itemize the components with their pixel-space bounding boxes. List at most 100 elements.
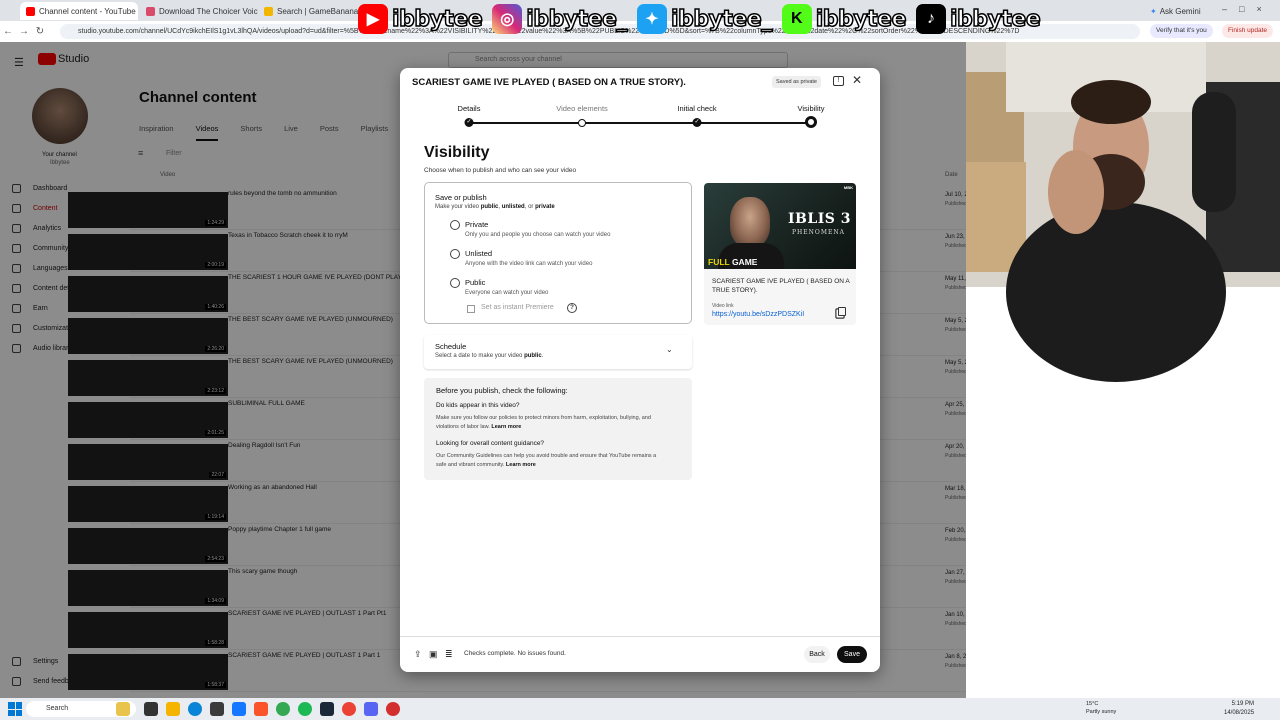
video-preview-card: IBLIS 3 PHENOMENA FULL GAME MBK SCARIEST…: [704, 183, 856, 325]
radio-label-unlisted[interactable]: Unlisted: [465, 249, 492, 258]
webcam-overlay: [966, 42, 1280, 698]
back-button[interactable]: Back: [804, 646, 830, 663]
weather-temp: 15°C: [1086, 701, 1099, 707]
brave-icon[interactable]: [254, 702, 268, 716]
thumbnail-face: [730, 197, 770, 247]
taskbar-app-icon[interactable]: [116, 702, 130, 716]
copy-icon[interactable]: [838, 307, 846, 316]
learn-more-link[interactable]: Learn more: [491, 424, 521, 430]
schedule-desc: Select a date to make your video public.: [435, 353, 543, 359]
desc-private: private: [535, 204, 555, 210]
instagram-handle: ibbytee_: [526, 6, 629, 33]
forward-icon[interactable]: →: [16, 26, 32, 37]
radio-private[interactable]: [450, 220, 460, 230]
task-view-icon[interactable]: [144, 702, 158, 716]
hd-icon[interactable]: ▣: [429, 650, 439, 659]
steam-icon[interactable]: [320, 702, 334, 716]
thumbnail-game-title: IBLIS 3: [788, 211, 851, 227]
twitter-handle: ibbytee_: [670, 6, 773, 33]
step-visibility[interactable]: Visibility: [798, 104, 825, 113]
checks-icon[interactable]: ≣: [445, 650, 455, 659]
clock-time: 5:19 PM: [1231, 701, 1255, 707]
tab-channel-content[interactable]: Channel content - YouTube Studio ×: [20, 2, 138, 20]
save-button[interactable]: Save: [837, 646, 867, 663]
full-text: FULL: [708, 257, 730, 267]
ask-gemini-button[interactable]: ✦ Ask Gemini: [1144, 2, 1210, 20]
tab-label: Channel content - YouTube Studio: [39, 6, 138, 16]
instant-premiere-label: Set as instant Premiere: [481, 304, 554, 311]
desc-or: , or: [524, 204, 534, 210]
ask-gemini-label: Ask Gemini: [1159, 6, 1201, 16]
radio-desc-public: Everyone can watch your video: [465, 290, 549, 296]
radio-label-public[interactable]: Public: [465, 278, 485, 287]
check-icon: ✓: [692, 118, 702, 127]
finish-update-button[interactable]: Finish update: [1222, 24, 1274, 38]
help-icon[interactable]: ?: [567, 303, 577, 313]
kids-desc-text: Make sure you follow our policies to pro…: [436, 415, 651, 430]
spotify-icon[interactable]: [298, 702, 312, 716]
discord-icon[interactable]: [364, 702, 378, 716]
instagram-icon: ◎: [492, 4, 523, 34]
taskbar-app-icon[interactable]: [210, 702, 224, 716]
kick-handle: ibbytee: [815, 6, 907, 33]
social-handles-overlay: ▶ ibbytee ◎ ibbytee_ ✦ ibbytee_ K ibbyte…: [358, 3, 1046, 35]
save-or-publish-desc: Make your video public, unlisted, or pri…: [435, 204, 555, 210]
verify-account-pill[interactable]: Verify that it's you: [1150, 24, 1213, 38]
footer-divider: [400, 636, 880, 637]
game-text: GAME: [731, 257, 758, 267]
weather-widget[interactable]: 15°C Partly sunny: [1086, 700, 1116, 716]
reload-icon[interactable]: ↻: [32, 26, 48, 37]
before-publish-panel: Before you publish, check the following:…: [424, 378, 692, 480]
thumbnail-badge: MBK: [843, 185, 853, 190]
windows-start-icon[interactable]: [8, 702, 22, 716]
chrome-icon[interactable]: [276, 702, 290, 716]
back-icon[interactable]: ←: [0, 26, 16, 37]
schedule-desc-public: public: [524, 353, 542, 359]
close-icon[interactable]: ✕: [852, 73, 862, 87]
kids-description: Make sure you follow our policies to pro…: [436, 414, 656, 432]
schedule-title: Schedule: [435, 342, 467, 351]
file-explorer-icon[interactable]: [166, 702, 180, 716]
edge-icon[interactable]: [188, 702, 202, 716]
tab-label: Search | GameBanana: [277, 6, 358, 16]
instant-premiere-checkbox[interactable]: [467, 305, 475, 313]
system-clock[interactable]: 5:19 PM 14/08/2025: [1224, 700, 1254, 718]
step-details[interactable]: Details: [458, 104, 481, 113]
desc-text: Make your video: [435, 204, 480, 210]
desc-public: public: [480, 204, 499, 210]
guidance-question: Looking for overall content guidance?: [436, 440, 545, 447]
schedule-panel[interactable]: Schedule Select a date to make your vide…: [424, 335, 692, 369]
step-initial-check[interactable]: Initial check: [677, 104, 716, 113]
chevron-down-icon[interactable]: ⌄: [666, 345, 673, 354]
video-link[interactable]: https://youtu.be/sDzzPDSZKiI: [712, 311, 804, 318]
guidance-description: Our Community Guidelines can help you av…: [436, 452, 666, 470]
feedback-icon[interactable]: !: [833, 76, 844, 86]
tab-choicer-voicer[interactable]: Download The Choicer Voicer ×: [140, 2, 258, 20]
gemini-icon: ✦: [1150, 6, 1157, 16]
learn-more-link[interactable]: Learn more: [506, 462, 536, 468]
radio-public[interactable]: [450, 278, 460, 288]
step-video-elements[interactable]: Video elements: [556, 104, 608, 113]
stepper-line: [469, 122, 811, 124]
twitter-icon: ✦: [637, 4, 667, 34]
upload-icon[interactable]: ⇪: [414, 650, 424, 659]
current-step-icon: [805, 116, 817, 128]
chrome-profile-icon[interactable]: [342, 702, 356, 716]
radio-label-private[interactable]: Private: [465, 220, 488, 229]
save-or-publish-heading: Save or publish: [435, 193, 487, 202]
window-controls[interactable]: –□×: [1222, 4, 1274, 14]
windows-taskbar: Search 15°C Partly sunny 5:19 PM 14/08/2…: [0, 698, 1280, 720]
tab-gamebanana[interactable]: Search | GameBanana: [258, 2, 358, 20]
visibility-dialog: SCARIEST GAME IVE PLAYED ( BASED ON A TR…: [400, 68, 880, 672]
radio-unlisted[interactable]: [450, 249, 460, 259]
video-thumbnail[interactable]: IBLIS 3 PHENOMENA FULL GAME MBK: [704, 183, 856, 269]
taskbar-app-icon[interactable]: [232, 702, 246, 716]
weather-desc: Partly sunny: [1086, 709, 1117, 715]
saved-status-badge: Saved as private: [772, 76, 821, 88]
before-publish-title: Before you publish, check the following:: [436, 386, 568, 395]
check-icon: ✓: [464, 118, 474, 127]
tiktok-handle: ibbytee: [949, 6, 1041, 33]
save-or-publish-panel: Save or publish Make your video public, …: [424, 182, 692, 324]
taskbar-app-icon[interactable]: [386, 702, 400, 716]
youtube-icon: ▶: [358, 4, 388, 34]
